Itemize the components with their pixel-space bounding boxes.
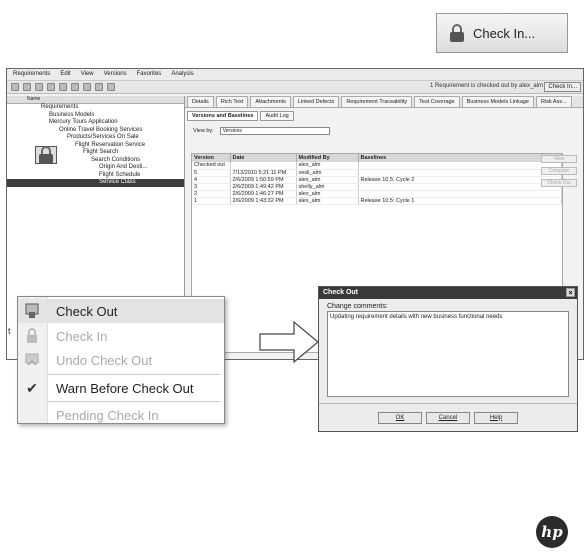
menu-versions[interactable]: Versions xyxy=(104,71,127,78)
table-row[interactable]: 3 2/6/2009 1:49:42 PM shelly_alm xyxy=(192,183,562,191)
tab-business-models[interactable]: Business Models Linkage xyxy=(461,96,534,107)
check-out-side-button[interactable]: Check Out xyxy=(541,179,577,187)
dialog-buttons: OK Cancel Help xyxy=(319,403,577,431)
menu-separator xyxy=(48,401,220,402)
tree-item[interactable]: Business Models xyxy=(7,112,184,120)
tab-traceability[interactable]: Requirement Traceability xyxy=(341,96,413,107)
menu-check-out[interactable]: Check Out xyxy=(18,299,224,323)
view-button[interactable]: View xyxy=(541,155,577,163)
column-header[interactable]: Baselines xyxy=(358,154,562,162)
history-subtabs: Versions and Baselines Audit Log xyxy=(187,111,294,121)
versions-menu: Check Out Check In Undo Check Out ✔ Warn… xyxy=(17,296,225,424)
compare-button[interactable]: Compare xyxy=(541,167,577,175)
tree-item[interactable]: Flight Schedule xyxy=(7,172,184,180)
tab-attachments[interactable]: Attachments xyxy=(250,96,291,107)
tree-item[interactable]: Origin And Desti... xyxy=(7,164,184,172)
zoom-icon[interactable] xyxy=(107,83,115,91)
stray-text: t xyxy=(8,326,11,336)
hp-logo: hp xyxy=(536,516,568,548)
lock-icon xyxy=(449,24,465,42)
filter-icon[interactable] xyxy=(59,83,67,91)
toolbar: 1 Requirement is checked out by alex_alm… xyxy=(7,81,583,94)
check-in-label: Check In... xyxy=(473,25,536,41)
checked-out-lock-icon xyxy=(35,146,57,164)
menu-edit[interactable]: Edit xyxy=(60,71,70,78)
tree-item[interactable]: Online Travel Booking Services xyxy=(7,127,184,135)
mail-icon[interactable] xyxy=(83,83,91,91)
dialog-title-bar: Check Out × xyxy=(319,287,577,299)
arrow-right-icon xyxy=(259,320,319,364)
help-button[interactable]: Help xyxy=(474,411,518,424)
close-icon[interactable]: × xyxy=(566,288,575,297)
tree-item[interactable]: Products/Services On Sale xyxy=(7,134,184,142)
ok-button[interactable]: OK xyxy=(378,411,422,424)
table-row[interactable]: 2 2/6/2009 1:46:27 PM alex_alm xyxy=(192,190,562,198)
tab-details[interactable]: Details xyxy=(187,96,214,107)
table-row[interactable]: 1 2/6/2009 1:43:32 PM alex_alm Release 10.5… xyxy=(192,197,562,205)
tab-linked-defects[interactable]: Linked Defects xyxy=(292,96,340,107)
menu-undo-check-out[interactable]: Undo Check Out xyxy=(18,348,224,372)
tree-item[interactable]: Mercury Tours Application xyxy=(7,119,184,127)
menu-analysis[interactable]: Analysis xyxy=(171,71,193,78)
toolbar-check-in-button[interactable]: Check In... xyxy=(544,82,581,92)
menu-pending-check-in[interactable]: Pending Check In xyxy=(18,403,224,427)
subtab-versions-baselines[interactable]: Versions and Baselines xyxy=(187,111,259,121)
view-by-select[interactable]: Versions xyxy=(219,127,330,135)
menu-favorites[interactable]: Favorites xyxy=(137,71,162,78)
tab-test-coverage[interactable]: Test Coverage xyxy=(414,96,460,107)
tree-item[interactable]: Search Conditions xyxy=(7,157,184,165)
tab-risk[interactable]: Risk Ass... xyxy=(536,96,572,107)
check-in-lock-icon xyxy=(24,328,40,344)
table-row[interactable]: 5 7/13/2010 5:21:11 PM vesli_alm xyxy=(192,169,562,177)
tab-rich-text[interactable]: Rich Text xyxy=(215,96,249,107)
table-row[interactable]: 4 2/6/2009 1:50:59 PM alex_alm Release 10.5… xyxy=(192,176,562,184)
refresh-icon[interactable] xyxy=(47,83,55,91)
column-header[interactable]: Date xyxy=(230,154,297,162)
tree-item-selected[interactable]: Service Class xyxy=(7,179,184,187)
tree-item[interactable]: Flight Reservation Service xyxy=(7,142,184,150)
change-comments-label: Change comments: xyxy=(327,303,388,310)
menu-warn-before-check-out[interactable]: ✔ Warn Before Check Out xyxy=(18,376,224,400)
menu-bar: Requirements Edit View Versions Favorite… xyxy=(7,69,583,81)
change-comments-textarea[interactable]: Updating requirement details with new bu… xyxy=(327,311,569,397)
checkout-status: 1 Requirement is checked out by alex_alm xyxy=(429,83,543,89)
tree-item[interactable]: Requirements xyxy=(7,104,184,112)
version-actions: View Compare Check Out xyxy=(541,155,577,187)
subtab-audit-log[interactable]: Audit Log xyxy=(260,111,294,121)
check-out-icon xyxy=(24,303,40,319)
tree-item[interactable]: Flight Search xyxy=(7,149,184,157)
check-out-dialog: Check Out × Change comments: Updating re… xyxy=(318,286,578,432)
find-icon[interactable] xyxy=(71,83,79,91)
detail-tabs: Details Rich Text Attachments Linked Def… xyxy=(185,96,583,108)
tree-header[interactable]: Name xyxy=(7,96,184,104)
column-header[interactable]: Version xyxy=(192,154,231,162)
dialog-title: Check Out xyxy=(323,289,359,296)
menu-separator xyxy=(48,374,220,375)
view-by-label: View by: xyxy=(193,128,214,134)
new-folder-icon[interactable] xyxy=(11,83,19,91)
view-by-row: View by: Versions xyxy=(193,127,330,135)
table-row[interactable]: Checked out alex_alm xyxy=(192,162,562,170)
cancel-button[interactable]: Cancel xyxy=(426,411,470,424)
check-in-button[interactable]: Check In... xyxy=(436,13,568,53)
undo-check-out-icon xyxy=(24,352,40,368)
run-icon[interactable] xyxy=(95,83,103,91)
delete-icon[interactable] xyxy=(35,83,43,91)
new-requirement-icon[interactable] xyxy=(23,83,31,91)
column-header[interactable]: Modified By xyxy=(296,154,359,162)
checkmark-icon: ✔ xyxy=(26,379,38,396)
menu-requirements[interactable]: Requirements xyxy=(13,71,50,78)
menu-view[interactable]: View xyxy=(81,71,94,78)
menu-check-in[interactable]: Check In xyxy=(18,324,224,348)
